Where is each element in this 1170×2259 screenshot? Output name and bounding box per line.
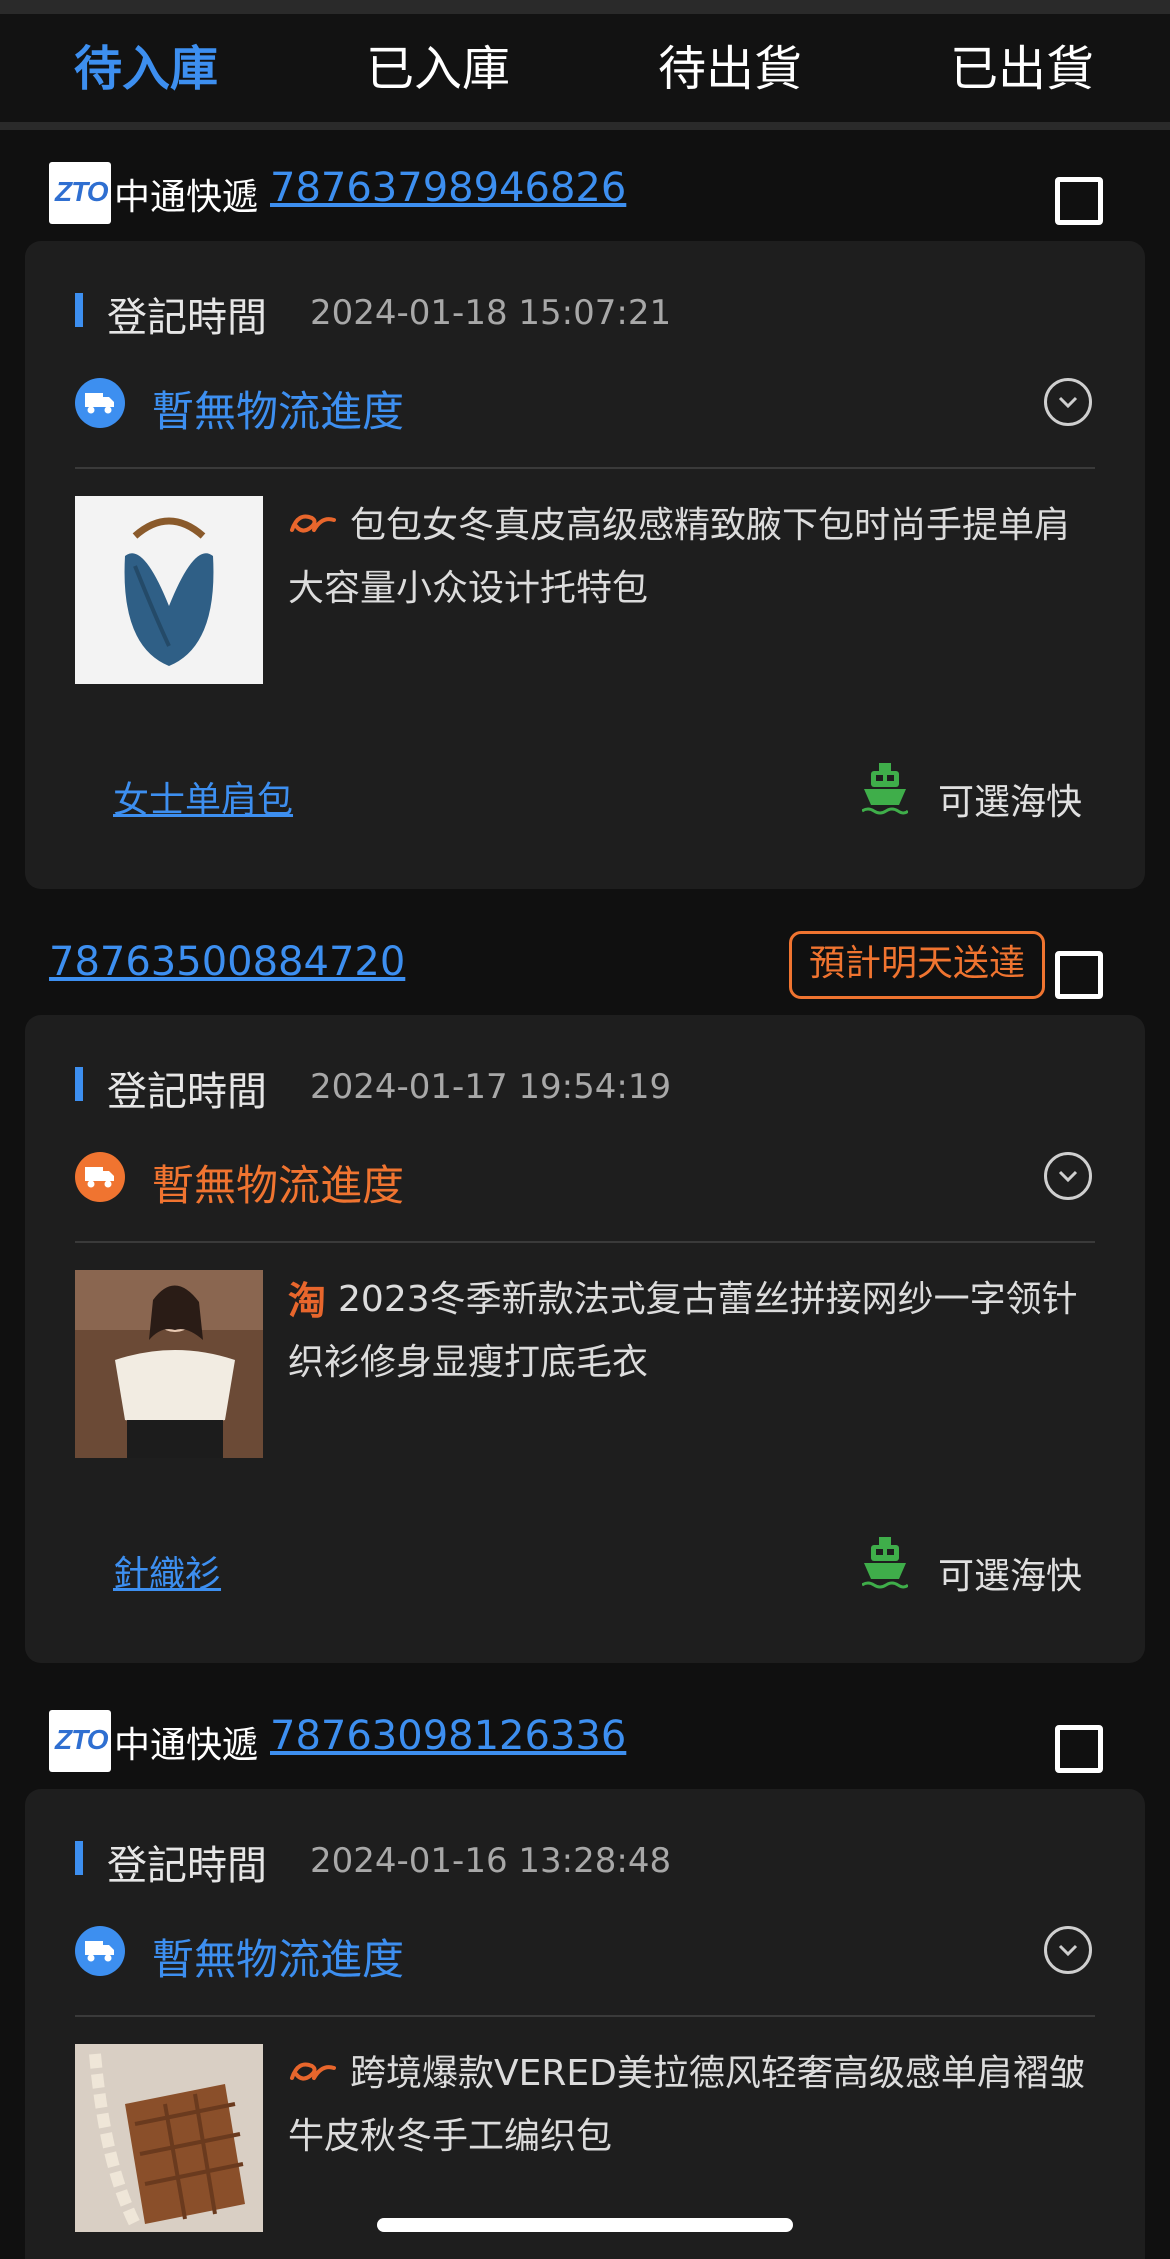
parcel-header: 78763500884720 預計明天送達	[0, 899, 1170, 1009]
zto-logo-icon: ZTO	[49, 1710, 111, 1772]
logistics-status: 暫無物流進度	[152, 387, 405, 436]
expand-chevron-icon[interactable]	[1044, 378, 1092, 426]
accent-bar	[75, 1067, 83, 1101]
zto-logo-icon: ZTO	[49, 162, 111, 224]
select-checkbox[interactable]	[1055, 951, 1103, 999]
card-divider	[75, 1241, 1095, 1243]
registration-time: 2024-01-18 15:07:21	[310, 293, 672, 333]
home-indicator[interactable]	[377, 2218, 793, 2232]
tracking-number-link[interactable]: 78763500884720	[49, 939, 405, 985]
expand-chevron-icon[interactable]	[1044, 1152, 1092, 1200]
parcel-card: 登記時間 2024-01-18 15:07:21 暫無物流進度 包包女冬真皮高级…	[25, 241, 1145, 889]
parcel-header: ZTO 中通快遞 78763798946826	[0, 125, 1170, 235]
registration-time: 2024-01-17 19:54:19	[310, 1067, 672, 1107]
1688-icon	[288, 496, 338, 558]
accent-bar	[75, 293, 83, 327]
select-checkbox[interactable]	[1055, 1725, 1103, 1773]
tab-outbound[interactable]: 已出貨	[876, 14, 1168, 124]
registration-label: 登記時間	[107, 295, 267, 341]
registration-label: 登記時間	[107, 1843, 267, 1889]
logistics-status: 暫無物流進度	[152, 1935, 405, 1984]
1688-icon	[288, 2044, 338, 2106]
shipping-option: 可選海快	[938, 782, 1083, 823]
product-image[interactable]	[75, 496, 263, 684]
expand-chevron-icon[interactable]	[1044, 1926, 1092, 1974]
tracking-number-link[interactable]: 78763798946826	[270, 165, 626, 211]
truck-icon	[75, 1926, 125, 1976]
registration-label: 登記時間	[107, 1069, 267, 1115]
parcel-card: 登記時間 2024-01-17 19:54:19 暫無物流進度 淘 2023冬季新…	[25, 1015, 1145, 1663]
product-title[interactable]: 跨境爆款VERED美拉德风轻奢高级感单肩褶皱牛皮秋冬手工编织包	[288, 2043, 1098, 2168]
carrier-name: 中通快遞	[114, 1725, 259, 1766]
category-link[interactable]: 針織衫	[113, 1545, 221, 1597]
taobao-icon: 淘	[288, 1279, 327, 1323]
product-image[interactable]	[75, 2044, 263, 2232]
category-link[interactable]: 女士单肩包	[113, 771, 293, 823]
status-bar-strip	[0, 0, 1170, 14]
card-divider	[75, 2015, 1095, 2017]
parcel-header: ZTO 中通快遞 78763098126336	[0, 1673, 1170, 1783]
registration-time: 2024-01-16 13:28:48	[310, 1841, 672, 1881]
product-title[interactable]: 包包女冬真皮高级感精致腋下包时尚手提单肩大容量小众设计托特包	[288, 495, 1098, 620]
tab-bar: 待入庫 已入庫 待出貨 已出貨	[0, 14, 1170, 129]
tab-pending-outbound[interactable]: 待出貨	[584, 14, 876, 124]
truck-icon	[75, 378, 125, 428]
eta-badge: 預計明天送達	[789, 931, 1045, 999]
truck-icon	[75, 1152, 125, 1202]
product-image[interactable]	[75, 1270, 263, 1458]
logistics-status: 暫無物流進度	[152, 1161, 405, 1210]
carrier-name: 中通快遞	[114, 177, 259, 218]
product-title[interactable]: 淘 2023冬季新款法式复古蕾丝拼接网纱一字领针织衫修身显瘦打底毛衣	[288, 1269, 1098, 1394]
card-divider	[75, 467, 1095, 469]
select-checkbox[interactable]	[1055, 177, 1103, 225]
tracking-number-link[interactable]: 78763098126336	[270, 1713, 626, 1759]
parcel-card: 登記時間 2024-01-16 13:28:48 暫無物流進度 跨境爆款VERE…	[25, 1789, 1145, 2259]
shipping-option: 可選海快	[938, 1556, 1083, 1597]
accent-bar	[75, 1841, 83, 1875]
ship-icon	[861, 1535, 910, 1591]
ship-icon	[861, 761, 910, 817]
tab-pending-inbound[interactable]: 待入庫	[0, 14, 292, 124]
tab-inbound[interactable]: 已入庫	[292, 14, 584, 124]
